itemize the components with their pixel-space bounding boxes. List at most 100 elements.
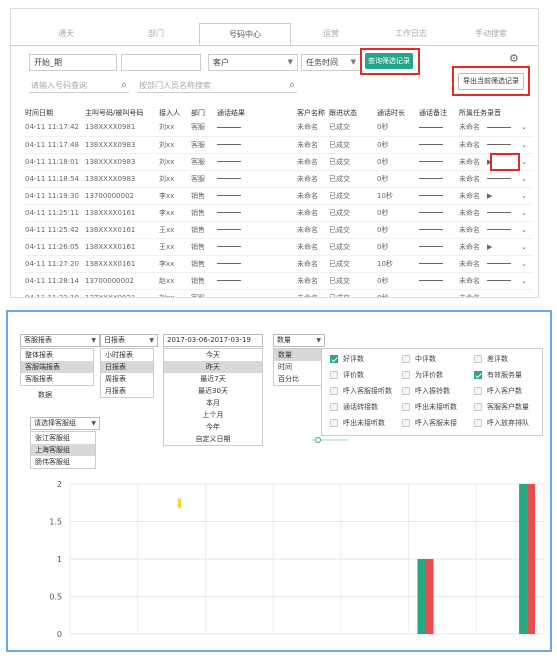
expand-row-icon[interactable]: ⌄ [521,272,533,290]
phone-search-input[interactable]: 请输入号码查询 ⌕ [29,78,129,93]
tab-2[interactable]: 号码中心 [199,23,291,45]
metric-checkbox[interactable]: 差评数 [474,354,508,364]
menu-item[interactable]: 肠伟客服组 [31,456,95,468]
checkbox-icon[interactable] [402,419,410,427]
metric-checkbox[interactable]: 有效服务量 [474,370,522,380]
metric-checkbox[interactable]: 呼入振铃数 [402,386,450,396]
menu-item[interactable]: 本月 [164,397,262,409]
table-row[interactable]: 04-11 11:17:48 138XXXX0983 刘xx 客服 未命名 已成交 0秒 未命… [25,136,533,154]
table-row[interactable]: 04-11 11:18:01 138XXXX0983 刘xx 客服 未命名 已成交 0秒 未命… [25,153,533,171]
start-date-field[interactable]: 开始_期 [29,54,117,71]
mode-select[interactable]: 数量 ▼ [273,334,325,347]
export-button[interactable]: 导出当前筛选记录 [458,73,524,90]
expand-row-icon[interactable]: ⌄ [521,187,533,205]
col-header: 主叫号码/被叫号码 [85,109,144,117]
menu-item[interactable]: 百分比 [274,373,324,385]
status-select[interactable]: 任务时间 ▼ [301,54,361,71]
report-type-select[interactable]: 客服报表 ▼ [20,334,100,347]
metric-checkbox[interactable]: 好评数 [330,354,364,364]
menu-item[interactable]: 周报表 [101,373,153,385]
checkbox-icon[interactable] [330,387,338,395]
tab-0[interactable]: 通天 [31,23,101,45]
metric-checkbox[interactable]: 呼入客服接听数 [330,386,392,396]
checkbox-icon[interactable] [402,387,410,395]
end-date-field[interactable] [121,54,201,71]
table-row[interactable]: 04-11 11:26:05 138XXXX0161 王xx 销售 未命名 已成交 0秒 未命… [25,238,533,256]
table-row[interactable]: 04-11 11:17:42 138XXXX0981 刘xx 客服 未命名 已成交 0秒 未命… [25,119,533,137]
checkbox-icon[interactable] [474,355,482,363]
tab-1[interactable]: 部门 [121,23,191,45]
checkbox-icon[interactable] [330,419,338,427]
dash [217,178,241,179]
expand-row-icon[interactable]: ⌄ [521,221,533,239]
recording-link[interactable]: ▶ [487,238,521,256]
search-icon[interactable]: ⌕ [289,78,295,92]
table-row[interactable]: 04-11 11:25:42 138XXXX0161 王xx 销售 未命名 已成交 0秒 未命… [25,221,533,239]
table-row[interactable]: 04-11 11:25:11 138XXXX0161 李xx 销售 未命名 已成交 0秒 未命… [25,204,533,222]
tab-5[interactable]: 手动搜索 [456,23,526,45]
menu-item[interactable]: 小时报表 [101,349,153,361]
query-button[interactable]: 查询筛选记录 [365,53,413,69]
recording-link[interactable]: ▶ [487,187,521,205]
checkbox-icon[interactable] [474,387,482,395]
metric-checkbox[interactable]: 呼出未接听数 [402,402,457,412]
menu-item[interactable]: 数量 [274,349,324,361]
checkbox-icon[interactable] [330,371,338,379]
metric-checkbox[interactable]: 为评价数 [402,370,443,380]
menu-item[interactable]: 最近7天 [164,373,262,385]
tab-4[interactable]: 工作日志 [376,23,446,45]
checkbox-icon[interactable] [402,371,410,379]
staff-search-input[interactable]: 按部门人员名称搜索 ⌕ [137,78,297,93]
table-row[interactable]: 04-11 11:28:14 13700000002 赵xx 销售 未命名 已成交 0秒 未命… [25,272,533,290]
expand-row-icon[interactable]: ⌄ [521,289,533,297]
menu-item[interactable]: 张江客服组 [31,432,95,444]
menu-item[interactable]: 今年 [164,421,262,433]
checkbox-icon[interactable] [402,355,410,363]
group-select[interactable]: 请选择客服组 ▼ [30,417,100,430]
expand-row-icon[interactable]: ⌄ [521,255,533,273]
metric-checkbox[interactable]: 评价数 [330,370,364,380]
expand-row-icon[interactable]: ⌄ [521,153,533,171]
table-row[interactable]: 04-11 11:19:30 13700000002 李xx 销售 未命名 已成交 10秒未… [25,187,533,205]
menu-item[interactable]: 自定义日期 [164,433,262,445]
menu-item[interactable]: 整体报表 [21,349,93,361]
table-row[interactable]: 04-11 11:27:20 138XXXX0161 李xx 销售 未命名 已成交 10秒未… [25,255,533,273]
metric-checkbox[interactable]: 通话转接数 [330,402,378,412]
table-row[interactable]: 04-11 11:18:54 138XXXX0983 刘xx 客服 未命名 已成交 0秒 未命… [25,170,533,188]
metric-checkbox[interactable]: 客服客户数量 [474,402,529,412]
menu-item[interactable]: 上个月 [164,409,262,421]
expand-row-icon[interactable]: ⌄ [521,238,533,256]
expand-row-icon[interactable]: ⌄ [521,119,533,137]
menu-item[interactable]: 客服端报表 [21,361,93,373]
checkbox-checked-icon[interactable] [330,355,338,363]
col-header: 通话备注 [419,109,447,117]
menu-item[interactable]: 客服报表 [21,373,93,385]
expand-row-icon[interactable]: ⌄ [521,170,533,188]
metric-checkbox[interactable]: 中评数 [402,354,436,364]
checkbox-icon[interactable] [474,419,482,427]
menu-item[interactable]: 时间 [274,361,324,373]
gear-icon[interactable]: ⚙ [509,52,519,65]
checkbox-checked-icon[interactable] [474,371,482,379]
menu-item[interactable]: 最近30天 [164,385,262,397]
menu-item[interactable]: 上海客服组 [31,444,95,456]
menu-item[interactable]: 昨天 [164,361,262,373]
search-icon[interactable]: ⌕ [121,78,127,92]
sort-select[interactable]: 客户 ▼ [208,54,298,71]
menu-item[interactable]: 今天 [164,349,262,361]
expand-row-icon[interactable]: ⌄ [521,204,533,222]
checkbox-icon[interactable] [474,403,482,411]
metric-checkbox[interactable]: 呼入放弃排队 [474,418,529,428]
metric-checkbox[interactable]: 呼入客户数 [474,386,522,396]
metric-checkbox[interactable]: 呼出未接听数 [330,418,385,428]
checkbox-icon[interactable] [402,403,410,411]
period-select[interactable]: 日报表 ▼ [100,334,158,347]
tab-3[interactable]: 运营 [296,23,366,45]
menu-item[interactable]: 日报表 [101,361,153,373]
checkbox-icon[interactable] [330,403,338,411]
date-range-select[interactable]: 2017-03-06-2017-03-19 [163,334,263,347]
expand-row-icon[interactable]: ⌄ [521,136,533,154]
table-row[interactable]: 04-11 11:32:10 137XXXX0021 刘xx 客服 未命名 已成交 0秒 未命… [25,289,533,297]
metric-checkbox[interactable]: 呼入客服未接 [402,418,457,428]
menu-item[interactable]: 月报表 [101,385,153,397]
